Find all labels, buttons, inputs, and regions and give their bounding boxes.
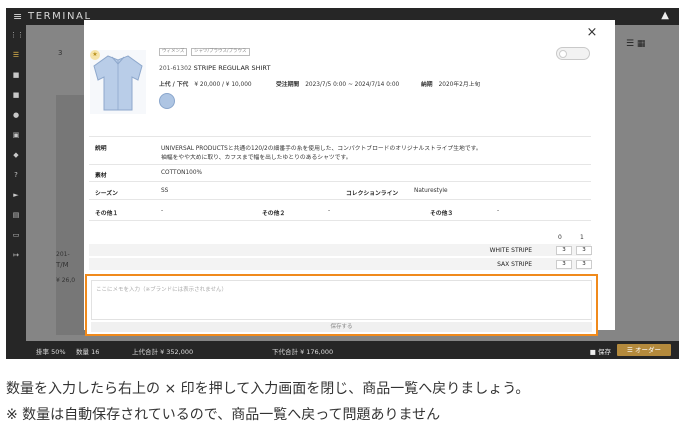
material-label: 素材 [95,173,107,179]
divider [89,181,591,182]
bg-card-price: ¥ 26,0 [56,277,76,284]
quantity-input[interactable]: 3 [556,260,572,269]
divider [89,164,591,165]
color-label-white: WHITE STRIPE [489,247,532,254]
material-value: COTTON100% [161,170,203,176]
tag-subcategory: シャツ/ブラウス/ブラウス [191,48,250,56]
product-name: STRIPE REGULAR SHIRT [193,64,271,72]
left-nav: ⋮⋮ ☰ ■ ■ ● ▣ ◆ ? ► ▤ ▭ ↦ [6,25,26,349]
file-icon[interactable]: ■ [10,91,22,99]
monitor-icon[interactable]: ▭ [10,231,22,239]
collection-label: コレクションライン [346,191,399,197]
shirt-icon [93,55,143,111]
bg-card-name: T/M [56,261,69,269]
caption-line-2: ※ 数量は自動保存されているので、商品一覧へ戻って問題ありません [6,407,441,423]
list-icon[interactable]: ☰ [10,51,22,59]
app-root: ≡ TERMINAL ▲ ⋮⋮ ☰ ■ ■ ● ▣ ◆ ? ► ▤ ▭ ↦ 3 … [0,0,688,435]
other3-label: その他３ [430,211,454,217]
color-label-sax: SAX STRIPE [497,261,532,268]
other1-label: その他１ [95,211,119,217]
season-value: SS [161,188,169,194]
toggle-knob [559,50,567,58]
lower-total: 下代合計 ¥ 176,000 [272,348,334,356]
other2-label: その他２ [262,211,286,217]
other2-value: - [328,208,331,214]
quantity-input[interactable]: 3 [556,246,572,255]
description-line1: UNIVERSAL PRODUCTSと共通の120/2の細番手の糸を使用した、コ… [161,146,482,152]
divider [89,199,591,200]
other3-value: - [497,208,500,214]
color-swatch[interactable] [159,93,175,109]
visibility-toggle[interactable] [556,47,590,60]
delivery-value: 2020年2月上旬 [438,82,481,88]
product-image [90,50,146,114]
document-icon[interactable]: ■ [10,71,22,79]
order-period-label: 受注期間 [276,82,300,88]
tag-category: ウィメンズ [159,48,188,56]
grid-icon[interactable]: ⋮⋮ [10,31,24,39]
memo-highlight: ここにメモを入力（※ブランドには表示されません） 保存する [85,274,598,336]
app-title: TERMINAL [28,11,92,22]
order-period-meta: 受注期間 2023/7/5 0:00 ~ 2024/7/14 0:00 [276,79,399,88]
divider [89,220,591,221]
product-code: 201-61302 [159,65,192,72]
rate-text: 掛率 50% [36,348,66,356]
id-card-icon[interactable]: ▤ [10,211,22,219]
favorite-star-icon[interactable]: ★ [90,50,100,60]
size-header-0: 0 [558,234,562,241]
delivery-meta: 納期 2020年2月上旬 [421,79,480,88]
season-label: シーズン [95,191,118,197]
bell-icon[interactable]: ▲ [661,10,669,21]
save-button[interactable]: ■ 保存 [590,346,611,356]
chat-icon[interactable]: ● [10,111,22,119]
quantity-input[interactable]: 3 [576,260,592,269]
megaphone-icon[interactable]: ► [10,191,22,199]
size-header-1: 1 [580,234,584,241]
other1-value: - [161,208,164,214]
help-icon[interactable]: ? [10,171,22,179]
delivery-label: 納期 [421,82,433,88]
filter-counter: 3 [58,49,63,57]
order-period-value: 2023/7/5 0:00 ~ 2024/7/14 0:00 [305,82,400,88]
order-button[interactable]: ☰ オーダー [617,344,671,356]
order-label: オーダー [634,346,661,354]
close-button[interactable]: × [585,26,599,40]
product-heading: 201-61302 STRIPE REGULAR SHIRT [159,64,270,72]
save-label: 保存 [598,348,611,356]
caption-line-1: 数量を入力したら右上の × 印を押して入力画面を閉じ、商品一覧へ戻りましょう。 [6,381,530,397]
price-meta: 上代 / 下代 ¥ 20,000 / ¥ 10,000 [159,79,252,88]
status-bar: 掛率 50% 数量 16 上代合計 ¥ 352,000 下代合計 ¥ 176,0… [6,341,679,359]
tag-icon[interactable]: ◆ [10,151,22,159]
quantity-input[interactable]: 3 [576,246,592,255]
divider [89,136,591,137]
memo-input[interactable]: ここにメモを入力（※ブランドには表示されません） [91,280,592,320]
description-line2: 袖幅をやや大めに取り、カフスまで幅を出したゆとりのあるシャツです。 [161,155,352,161]
logout-icon[interactable]: ↦ [10,251,22,259]
description-label: 説明 [95,146,107,152]
collection-value: Naturestyle [414,188,448,194]
book-icon[interactable]: ▣ [10,131,22,139]
view-toggle-icon[interactable]: ☰ ▦ [626,39,645,49]
upper-total: 上代合計 ¥ 352,000 [132,348,194,356]
price-value: ¥ 20,000 / ¥ 10,000 [194,82,252,88]
memo-save-button[interactable]: 保存する [91,322,592,332]
qty-text: 数量 16 [76,348,100,356]
menu-icon[interactable]: ≡ [13,10,22,23]
price-label: 上代 / 下代 [159,82,189,88]
bg-card-code: 201- [56,251,70,258]
